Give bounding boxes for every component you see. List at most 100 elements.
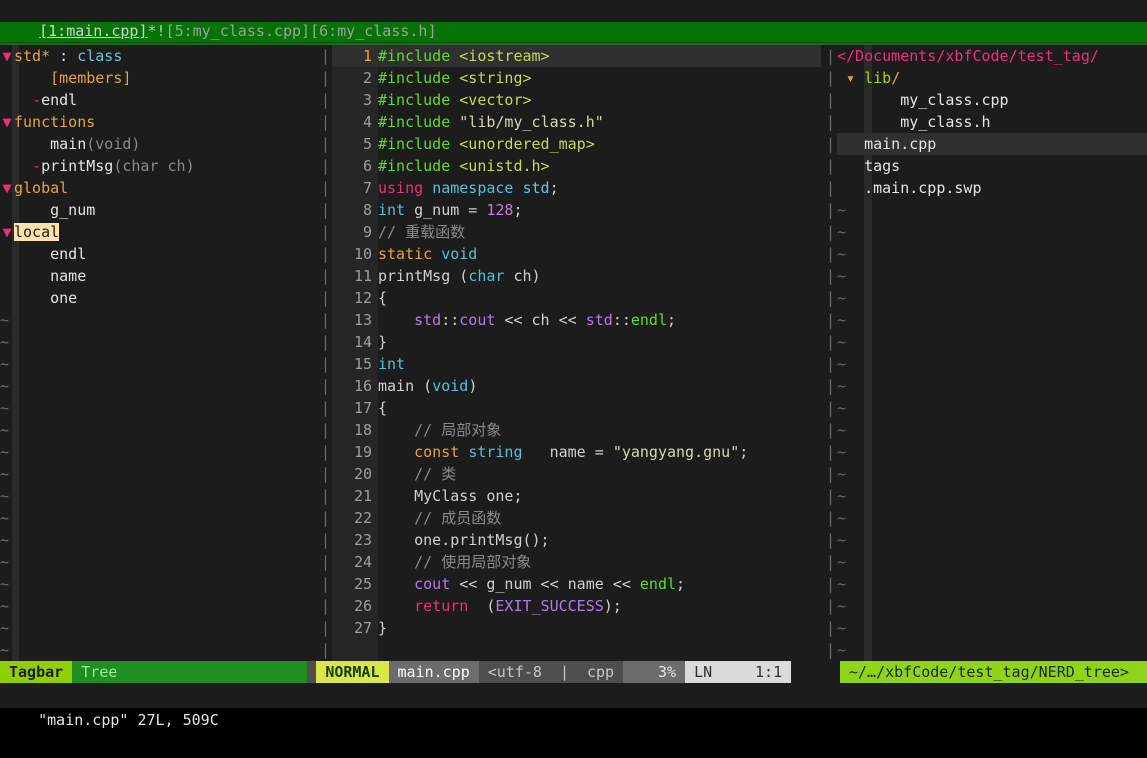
nerdtree-row[interactable]: tags (837, 155, 1147, 177)
nerdtree-row[interactable]: main.cpp (837, 133, 1147, 155)
editor-line[interactable]: 7 using namespace std; (332, 177, 821, 199)
editor-line[interactable]: 25 cout << g_num << name << endl; (332, 573, 821, 595)
nerdtree-file-name[interactable]: my_class.cpp (900, 91, 1008, 109)
nerdtree-row[interactable]: .main.cpp.swp (837, 177, 1147, 199)
tagbar-tag-name[interactable]: printMsg (41, 157, 113, 175)
editor-line[interactable]: 17 { (332, 397, 821, 419)
editor-line[interactable]: 19 const string name = "yangyang.gnu"; (332, 441, 821, 463)
tagbar-empty-line: ~ (0, 509, 10, 527)
nerdtree-row[interactable]: </Documents/xbfCode/test_tag/ (837, 45, 1147, 67)
tab-my-class-cpp[interactable]: [5:my_class.cpp] (166, 22, 311, 40)
tagbar-row[interactable]: ▼ global (0, 177, 316, 199)
tagbar-tag-signature: (char ch) (113, 157, 195, 175)
editor-line-code: #include <string> (378, 69, 532, 87)
nerdtree-row[interactable]: ▾ lib/ (837, 67, 1147, 89)
editor-line[interactable]: 24 // 使用局部对象 (332, 551, 821, 573)
editor-line[interactable]: 14} (332, 331, 821, 353)
editor-line[interactable]: 1 #include <iostream> (332, 45, 821, 67)
nerdtree-expand-arrow-icon[interactable]: ▾ (846, 69, 855, 87)
tagbar-members-label[interactable]: [members] (50, 69, 131, 87)
tagbar-tag-name[interactable]: g_num (50, 201, 95, 219)
nerdtree-row[interactable]: my_class.cpp (837, 89, 1147, 111)
tagbar-collapse-arrow-icon[interactable]: ▼ (0, 221, 14, 243)
editor-line-number: 5 (362, 135, 372, 153)
nerdtree-file-name[interactable]: tags (864, 157, 900, 175)
editor-line[interactable]: 4 #include "lib/my_class.h" (332, 111, 821, 133)
nerdtree-file-name[interactable]: .main.cpp.swp (864, 179, 981, 197)
tagbar-row[interactable]: name (0, 265, 316, 287)
tagbar-row[interactable]: -endl (0, 89, 316, 111)
nerdtree-indent (855, 69, 864, 87)
tabline[interactable]: [1:main.cpp]*![5:my_class.cpp][6:my_clas… (0, 0, 1147, 40)
tagbar-collapse-arrow-icon[interactable]: ▼ (0, 111, 14, 133)
editor-line[interactable]: 5 #include <unordered_map> (332, 133, 821, 155)
nerdtree-root-path[interactable]: </Documents/xbfCode/test_tag/ (837, 47, 1099, 65)
editor-line-number: 1 (362, 47, 372, 65)
tagbar-kind-label[interactable]: functions (14, 113, 95, 131)
nerdtree-directory-name[interactable]: lib (864, 69, 891, 87)
editor-line[interactable]: 6 #include <unistd.h> (332, 155, 821, 177)
editor-line[interactable]: 13 std::cout << ch << std::endl; (332, 309, 821, 331)
tagbar-tag-name[interactable]: main (50, 135, 86, 153)
editor-line-number: 26 (353, 597, 372, 615)
editor-line[interactable]: 11 printMsg (char ch) (332, 265, 821, 287)
editor-panel[interactable]: 1 #include <iostream> 2 #include <string> 3 #… (332, 45, 821, 661)
editor-line[interactable]: 16 main (void) (332, 375, 821, 397)
separator-glyph: | (826, 509, 836, 527)
tagbar-kind-label[interactable]: std* (14, 47, 50, 65)
separator-glyph: | (826, 289, 836, 307)
code-token: name = (522, 443, 613, 461)
tab-my-class-h[interactable]: [6:my_class.h] (310, 22, 436, 40)
tagbar-tag-name[interactable]: name (50, 267, 86, 285)
code-token: <string> (459, 69, 532, 87)
tagbar-kind-label[interactable]: local (14, 223, 60, 241)
tagbar-panel[interactable]: ▼ std* : class [members] -endl ▼ functions … (0, 45, 316, 661)
tagbar-collapse-arrow-icon[interactable]: ▼ (0, 177, 14, 199)
tagbar-tag-name[interactable]: one (50, 289, 77, 307)
tagbar-tag-name[interactable]: endl (50, 245, 86, 263)
tagbar-row[interactable]: g_num (0, 199, 316, 221)
tagbar-kind-label[interactable]: global (14, 179, 68, 197)
editor-line[interactable]: 15 int (332, 353, 821, 375)
editor-line[interactable]: 18 // 局部对象 (332, 419, 821, 441)
editor-line[interactable]: 22 // 成员函数 (332, 507, 821, 529)
editor-line[interactable]: 8 int g_num = 128; (332, 199, 821, 221)
editor-line[interactable]: 26 return (EXIT_SUCCESS); (332, 595, 821, 617)
separator-glyph: | (826, 179, 836, 197)
editor-line[interactable]: 2 #include <string> (332, 67, 821, 89)
tagbar-arrow-placeholder (0, 67, 14, 89)
tagbar-tag-name[interactable]: endl (41, 91, 77, 109)
editor-line[interactable]: 23 one.printMsg(); (332, 529, 821, 551)
nerdtree-row[interactable]: my_class.h (837, 111, 1147, 133)
tagbar-row[interactable]: endl (0, 243, 316, 265)
nerdtree-file-name[interactable]: main.cpp (864, 135, 936, 153)
editor-line[interactable]: 12 { (332, 287, 821, 309)
code-token: std (414, 311, 442, 329)
tagbar-row[interactable]: one (0, 287, 316, 309)
tagbar-row[interactable]: -printMsg(char ch) (0, 155, 316, 177)
nerdtree-indent (837, 135, 864, 153)
editor-line[interactable]: 20 // 类 (332, 463, 821, 485)
tab-main-cpp[interactable]: [1:main.cpp] (39, 22, 147, 40)
tagbar-empty-line: ~ (0, 443, 10, 461)
statusline-tagbar[interactable]: Tagbar (0, 661, 73, 683)
editor-line[interactable]: 21 MyClass one; (332, 485, 821, 507)
tagbar-row[interactable]: [members] (0, 67, 316, 89)
tagbar-collapse-arrow-icon[interactable]: ▼ (0, 45, 14, 67)
nerdtree-file-name[interactable]: my_class.h (900, 113, 990, 131)
editor-line[interactable]: 27} (332, 617, 821, 639)
editor-line[interactable]: 3 #include <vector> (332, 89, 821, 111)
statusline-tree[interactable]: Tree (72, 661, 127, 683)
editor-line[interactable]: 10 static void (332, 243, 821, 265)
nerdtree-empty-line: ~ (837, 421, 847, 439)
nerdtree-panel[interactable]: </Documents/xbfCode/test_tag/ ▾ lib/ my_… (837, 45, 1147, 661)
command-line[interactable]: "main.cpp" 27L, 509C (0, 683, 1147, 729)
tagbar-row[interactable]: ▼ std* : class (0, 45, 316, 67)
tagbar-row[interactable]: ▼ functions (0, 111, 316, 133)
nerdtree-empty-line: ~ (837, 377, 847, 395)
editor-line[interactable]: 9 // 重载函数 (332, 221, 821, 243)
tagbar-empty-line: ~ (0, 333, 10, 351)
tagbar-row[interactable]: ▼ local (0, 221, 316, 243)
tagbar-row[interactable]: main(void) (0, 133, 316, 155)
